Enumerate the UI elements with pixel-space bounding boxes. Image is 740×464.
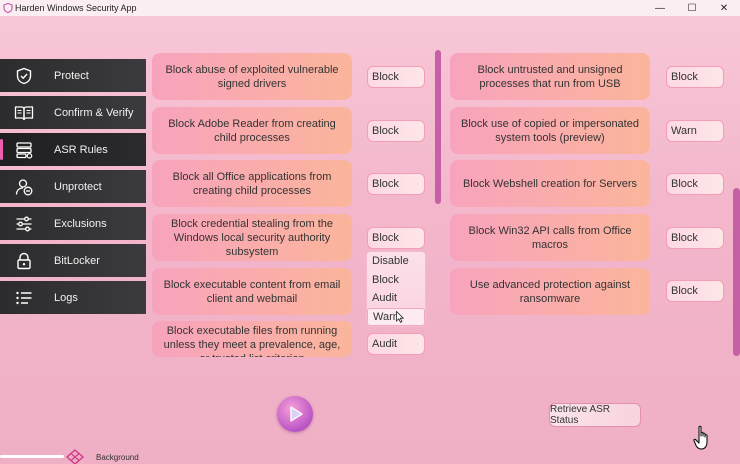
app-logo-icon — [2, 3, 13, 14]
rule-card: Block Win32 API calls from Office macros — [450, 214, 650, 261]
column-divider — [435, 50, 441, 204]
background-label: Background — [96, 453, 139, 462]
nav-label: BitLocker — [54, 254, 100, 267]
mouse-pointer-icon — [396, 311, 404, 323]
rule-card: Block abuse of exploited vulnerable sign… — [152, 53, 352, 100]
rule-action-select[interactable]: Warn — [666, 120, 724, 142]
nav-label: Protect — [54, 69, 89, 82]
nav-item-logs[interactable]: Logs — [0, 281, 146, 314]
list-icon — [14, 288, 34, 308]
play-icon — [290, 406, 303, 422]
dropdown-option-block[interactable]: Block — [367, 271, 425, 290]
sliders-icon — [14, 214, 34, 234]
server-list-icon — [14, 140, 34, 160]
rule-card: Block executable files from running unle… — [152, 321, 352, 357]
nav-label: Exclusions — [54, 217, 107, 230]
rule-action-select[interactable]: Block — [666, 280, 724, 302]
rule-card: Block Adobe Reader from creating child p… — [152, 107, 352, 154]
rule-card: Block credential stealing from the Windo… — [152, 214, 352, 261]
active-indicator — [0, 139, 3, 160]
nav-item-protect[interactable]: Protect — [0, 59, 146, 92]
nav-label: ASR Rules — [54, 143, 108, 156]
background-logo-icon — [65, 449, 85, 464]
rule-action-select[interactable]: Block — [367, 173, 425, 195]
shield-icon — [14, 66, 34, 86]
lock-icon — [14, 251, 34, 271]
rule-action-select[interactable]: Block — [367, 120, 425, 142]
rule-card: Block untrusted and unsigned processes t… — [450, 53, 650, 100]
nav-label: Logs — [54, 291, 78, 304]
hand-cursor-icon — [693, 425, 708, 450]
user-remove-icon — [14, 177, 34, 197]
rule-action-select[interactable]: Block — [367, 227, 425, 249]
nav-item-exclusions[interactable]: Exclusions — [0, 207, 146, 240]
rule-card: Block all Office applications from creat… — [152, 160, 352, 207]
nav-item-confirm-verify[interactable]: Confirm & Verify — [0, 96, 146, 129]
nav-label: Confirm & Verify — [54, 106, 134, 119]
rule-action-select[interactable]: Audit — [367, 333, 425, 355]
rule-action-select[interactable]: Block — [666, 66, 724, 88]
rule-action-select[interactable]: Block — [666, 173, 724, 195]
title-bar: Harden Windows Security App — ☐ ✕ — [0, 0, 740, 16]
nav-item-unprotect[interactable]: Unprotect — [0, 170, 146, 203]
minimize-button[interactable]: — — [644, 0, 676, 16]
rule-card: Use advanced protection against ransomwa… — [450, 268, 650, 315]
maximize-button[interactable]: ☐ — [676, 0, 708, 16]
dropdown-option-audit[interactable]: Audit — [367, 289, 425, 308]
rule-card: Block use of copied or impersonated syst… — [450, 107, 650, 154]
dropdown-option-disable[interactable]: Disable — [367, 252, 425, 271]
nav-label: Unprotect — [54, 180, 102, 193]
background-slider[interactable] — [0, 455, 64, 458]
retrieve-asr-status-button[interactable]: Retrieve ASR Status — [549, 403, 641, 427]
rule-action-select[interactable]: Block — [367, 66, 425, 88]
close-button[interactable]: ✕ — [708, 0, 740, 16]
scrollbar-thumb[interactable] — [733, 188, 740, 356]
window-title: Harden Windows Security App — [15, 3, 137, 13]
nav-item-asr-rules[interactable]: ASR Rules — [0, 133, 146, 166]
book-icon — [14, 103, 34, 123]
rule-card: Block Webshell creation for Servers — [450, 160, 650, 207]
rule-card: Block executable content from email clie… — [152, 268, 352, 315]
rule-action-select[interactable]: Block — [666, 227, 724, 249]
nav-item-bitlocker[interactable]: BitLocker — [0, 244, 146, 277]
run-button[interactable] — [277, 396, 313, 432]
